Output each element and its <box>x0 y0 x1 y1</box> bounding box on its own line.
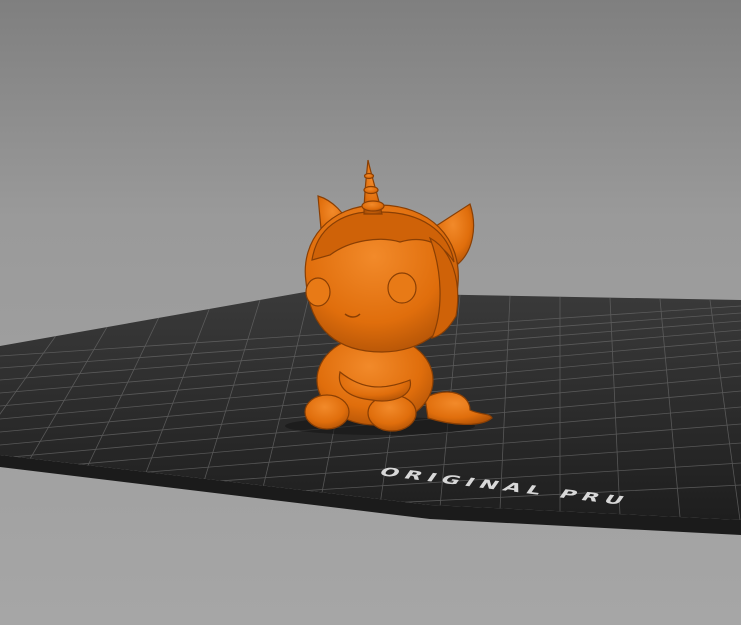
horn-ring-2 <box>363 185 379 195</box>
3d-viewport[interactable]: ORIGINAL PRU <box>0 0 741 625</box>
left-eye <box>305 277 331 307</box>
horn-ring-3 <box>363 172 375 180</box>
right-eye <box>387 272 417 304</box>
scene: ORIGINAL PRU <box>0 159 741 535</box>
horn-ring-1 <box>361 200 385 212</box>
front-left-leg <box>304 394 350 430</box>
